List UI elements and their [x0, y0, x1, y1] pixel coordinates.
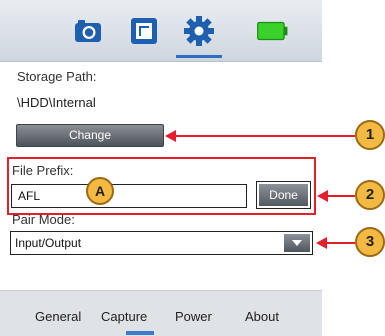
storage-path-value: \HDD\Internal: [17, 95, 96, 110]
chevron-down-icon: [292, 240, 302, 246]
pair-mode-value: Input/Output: [15, 236, 82, 250]
tab-capture[interactable]: Capture: [101, 309, 147, 324]
pair-mode-label: Pair Mode:: [12, 212, 75, 227]
capture-icon[interactable]: [127, 14, 161, 48]
active-tab-indicator: [176, 55, 222, 58]
callout-1-badge: 1: [355, 120, 385, 150]
file-prefix-input[interactable]: AFL: [11, 184, 247, 208]
top-toolbar: [0, 0, 322, 62]
battery-icon: [257, 21, 288, 41]
callout-3-badge: 3: [355, 227, 385, 257]
callout-2-badge: 2: [355, 180, 385, 210]
callout-3-line: [326, 242, 355, 244]
tab-power[interactable]: Power: [175, 309, 212, 324]
pair-mode-select[interactable]: Input/Output: [10, 231, 313, 255]
file-prefix-label: File Prefix:: [12, 163, 74, 178]
callout-2-line: [327, 195, 355, 197]
change-button[interactable]: Change: [16, 124, 164, 147]
capture-tab-indicator: [126, 331, 154, 335]
dropdown-arrow[interactable]: [284, 234, 310, 252]
callout-1-line: [175, 135, 355, 137]
done-button[interactable]: Done: [256, 181, 311, 209]
bottom-tab-bar: General Capture Power About: [0, 290, 322, 336]
tab-general[interactable]: General: [35, 309, 81, 324]
camera-icon[interactable]: [71, 14, 105, 48]
tab-about[interactable]: About: [245, 309, 279, 324]
done-button-label: Done: [259, 184, 308, 206]
storage-path-label: Storage Path:: [17, 69, 97, 84]
gear-icon[interactable]: [182, 14, 216, 48]
device-screen: Storage Path: \HDD\Internal Change File …: [0, 0, 322, 336]
callout-a-badge: A: [86, 177, 114, 205]
